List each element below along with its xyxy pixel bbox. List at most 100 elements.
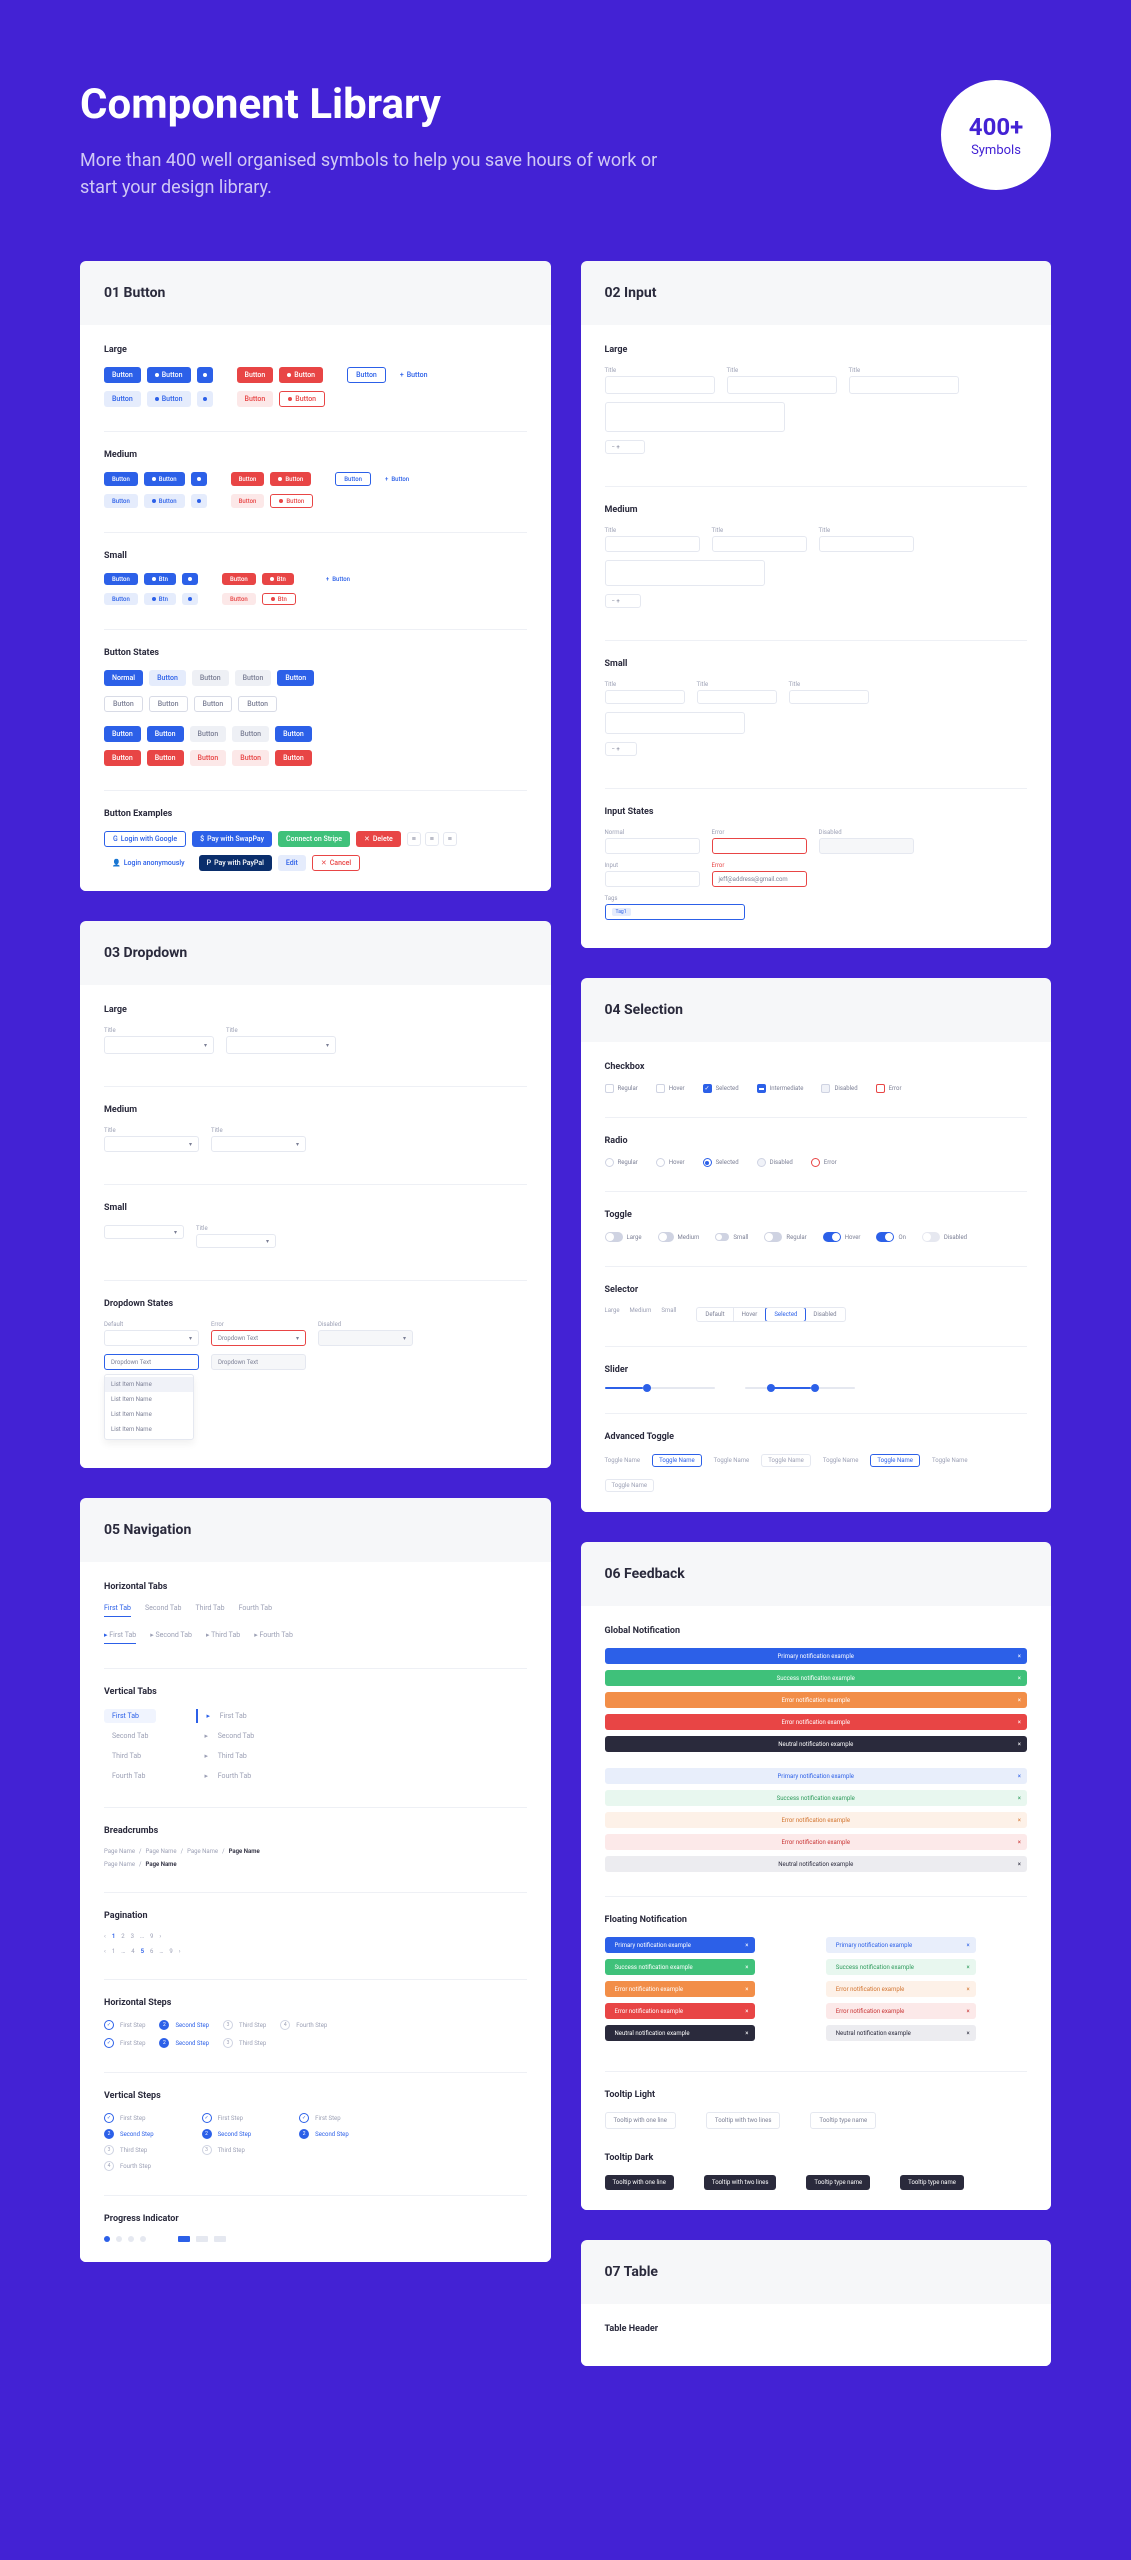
- state-normal[interactable]: Normal: [104, 670, 143, 686]
- dropdown-sm[interactable]: [104, 1225, 184, 1239]
- pag-next[interactable]: ›: [159, 1933, 161, 1940]
- align-center-icon[interactable]: ≡: [425, 832, 439, 846]
- vtab[interactable]: First Tab: [104, 1709, 156, 1723]
- tab-icon[interactable]: ▸ Second Tab: [150, 1631, 192, 1644]
- btn-swappay[interactable]: $ Pay with SwapPay: [192, 831, 272, 847]
- dropdown-open-1[interactable]: Dropdown Text: [104, 1354, 199, 1370]
- btn-google[interactable]: G Login with Google: [104, 831, 186, 847]
- close-icon[interactable]: ×: [745, 1964, 748, 1971]
- state-r3-4[interactable]: Button: [232, 726, 269, 742]
- textarea-sm[interactable]: [605, 712, 745, 734]
- checkbox-disabled[interactable]: Disabled: [821, 1084, 857, 1093]
- state-r4-4[interactable]: Button: [232, 750, 269, 766]
- pag-page[interactable]: 1: [112, 1948, 115, 1955]
- radio-error[interactable]: Error: [811, 1158, 837, 1167]
- dropdown-open-2[interactable]: Dropdown Text: [211, 1354, 306, 1370]
- dropdown-error[interactable]: Dropdown Text: [211, 1330, 306, 1346]
- textarea-lg[interactable]: [605, 402, 785, 432]
- align-left-icon[interactable]: ≡: [407, 832, 421, 846]
- close-icon[interactable]: ×: [1018, 1795, 1021, 1802]
- input-stepper[interactable]: − +: [605, 440, 645, 454]
- dropdown-md[interactable]: [104, 1136, 199, 1152]
- toggle-on[interactable]: [876, 1232, 894, 1242]
- pag-prev[interactable]: ‹: [104, 1948, 106, 1955]
- crumb-link[interactable]: Page Name: [146, 1848, 177, 1855]
- dropdown-item[interactable]: List Item Name: [105, 1392, 193, 1407]
- selector-option-selected[interactable]: Selected: [765, 1307, 806, 1322]
- button-light[interactable]: Button: [104, 391, 141, 407]
- state-disabled2[interactable]: Button: [235, 670, 272, 686]
- pag-prev[interactable]: ‹: [104, 1933, 106, 1940]
- button-icon-only[interactable]: [197, 367, 213, 383]
- slider-range[interactable]: [745, 1387, 855, 1389]
- toggle-regular[interactable]: [764, 1232, 782, 1242]
- button-danger-outline-md[interactable]: Button: [270, 494, 313, 508]
- state-hover[interactable]: Button: [149, 670, 186, 686]
- advtog-on2[interactable]: Toggle Name: [870, 1454, 920, 1467]
- input-state-error[interactable]: [712, 838, 807, 854]
- pag-page[interactable]: 6: [150, 1948, 153, 1955]
- selector-option[interactable]: Disabled: [805, 1308, 844, 1321]
- button-primary-icon[interactable]: Button: [147, 367, 191, 383]
- state-outline4[interactable]: Button: [238, 696, 277, 712]
- close-icon[interactable]: ×: [1018, 1653, 1021, 1660]
- input-hint[interactable]: [605, 871, 700, 887]
- tab[interactable]: Second Tab: [145, 1604, 181, 1617]
- tab[interactable]: Fourth Tab: [239, 1604, 272, 1617]
- state-outline1[interactable]: Button: [104, 696, 143, 712]
- button-light-sm[interactable]: Button: [104, 593, 138, 605]
- button-danger-light-sm[interactable]: Button: [222, 593, 256, 605]
- button-danger-outline[interactable]: Button: [279, 391, 325, 407]
- button-danger-light[interactable]: Button: [237, 391, 274, 407]
- btn-paypal[interactable]: P Pay with PayPal: [199, 855, 272, 871]
- pag-page[interactable]: 3: [131, 1933, 134, 1940]
- checkbox-intermediate[interactable]: Intermediate: [757, 1084, 804, 1093]
- pag-page[interactable]: 1: [112, 1933, 115, 1940]
- button-light-md[interactable]: Button: [104, 494, 138, 508]
- input-email-error[interactable]: jeff@address@gmail.com: [712, 871, 807, 887]
- btn-edit[interactable]: Edit: [278, 855, 306, 871]
- close-icon[interactable]: ×: [745, 2008, 748, 2015]
- button-primary-sm[interactable]: Button: [104, 573, 138, 585]
- btn-stripe[interactable]: Connect on Stripe: [278, 831, 350, 847]
- state-outline3[interactable]: Button: [194, 696, 233, 712]
- selector-option[interactable]: Hover: [734, 1308, 767, 1321]
- button-light-icon-only[interactable]: [197, 391, 213, 407]
- button-primary-md-icon[interactable]: Button: [144, 472, 185, 486]
- button-danger-sm[interactable]: Button: [222, 573, 256, 585]
- pag-page[interactable]: 9: [150, 1933, 153, 1940]
- input-sm[interactable]: [697, 690, 777, 704]
- radio-hover[interactable]: Hover: [656, 1158, 685, 1167]
- selector-option[interactable]: Default: [697, 1308, 733, 1321]
- close-icon[interactable]: ×: [1018, 1675, 1021, 1682]
- dropdown-sm[interactable]: [196, 1234, 276, 1248]
- checkbox-regular[interactable]: Regular: [605, 1084, 638, 1093]
- textarea-md[interactable]: [605, 560, 765, 586]
- state-r4-5[interactable]: Button: [275, 750, 312, 766]
- close-icon[interactable]: ×: [745, 2030, 748, 2037]
- close-icon[interactable]: ×: [967, 1964, 970, 1971]
- button-ghost[interactable]: + Button: [392, 367, 436, 383]
- vtab-lined[interactable]: ▸ Second Tab: [196, 1729, 270, 1743]
- checkbox-error[interactable]: Error: [876, 1084, 902, 1093]
- state-r4-3[interactable]: Button: [190, 750, 227, 766]
- close-icon[interactable]: ×: [745, 1942, 748, 1949]
- input-md[interactable]: [605, 536, 700, 552]
- button-ghost-sm[interactable]: + Button: [318, 573, 358, 585]
- toggle-small[interactable]: [715, 1233, 729, 1241]
- vtab-lined[interactable]: ▸ First Tab: [196, 1709, 270, 1723]
- close-icon[interactable]: ×: [967, 1986, 970, 1993]
- button-primary[interactable]: Button: [104, 367, 141, 383]
- radio-selected[interactable]: Selected: [703, 1158, 739, 1167]
- input-state-normal[interactable]: [605, 838, 700, 854]
- checkbox-selected[interactable]: ✓Selected: [703, 1084, 739, 1093]
- state-outline2[interactable]: Button: [149, 696, 188, 712]
- state-r3-2[interactable]: Button: [147, 726, 184, 742]
- radio-disabled[interactable]: Disabled: [757, 1158, 793, 1167]
- vtab-lined[interactable]: ▸ Third Tab: [196, 1749, 270, 1763]
- close-icon[interactable]: ×: [967, 1942, 970, 1949]
- input-md[interactable]: [712, 536, 807, 552]
- input-md[interactable]: [819, 536, 914, 552]
- tab[interactable]: First Tab: [104, 1604, 131, 1617]
- input-lg-icon[interactable]: [727, 376, 837, 394]
